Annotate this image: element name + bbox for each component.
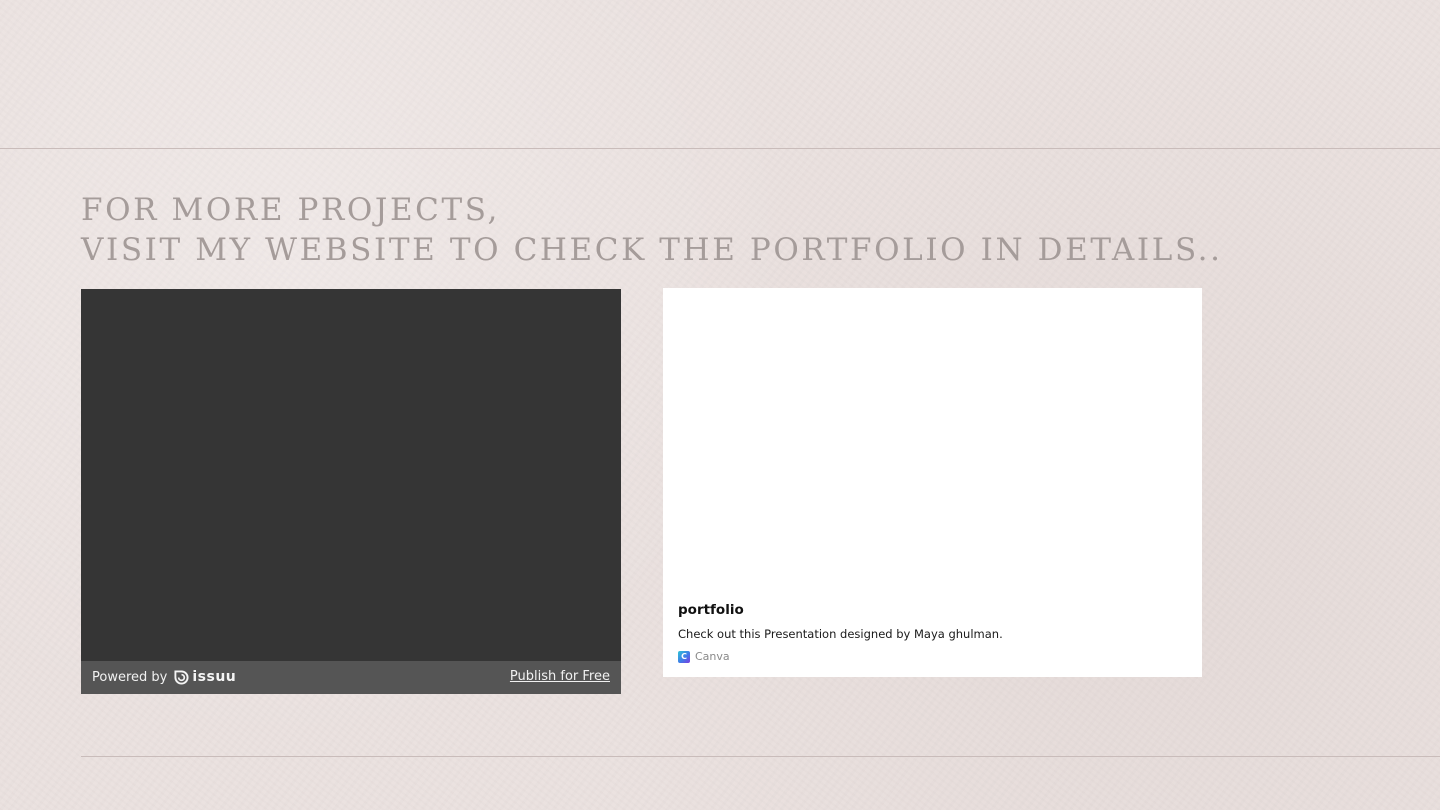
canva-preview-area[interactable] <box>663 288 1202 588</box>
powered-by-label: Powered by <box>92 669 168 685</box>
issuu-logo-icon <box>174 669 189 685</box>
canva-source-label: Canva <box>695 650 730 663</box>
issuu-document-viewer[interactable] <box>81 289 621 661</box>
powered-by-issuu[interactable]: Powered by issuu <box>92 669 236 685</box>
section-heading: For more projects, visit my website to c… <box>81 190 1223 270</box>
heading-line-1: For more projects, <box>81 192 500 228</box>
canva-logo-icon: C <box>678 650 690 663</box>
issuu-logo[interactable]: issuu <box>174 669 236 685</box>
heading-line-2: visit my website to check the portfolio … <box>81 232 1223 268</box>
canva-source-link[interactable]: C Canva <box>678 650 730 663</box>
publish-for-free-link[interactable]: Publish for Free <box>510 669 610 684</box>
bottom-divider <box>81 756 1440 757</box>
top-divider <box>0 148 1440 149</box>
canva-embed-card[interactable]: portfolio Check out this Presentation de… <box>663 288 1202 677</box>
issuu-wordmark: issuu <box>192 669 237 685</box>
canva-card-description: Check out this Presentation designed by … <box>678 627 1003 641</box>
issuu-footer-bar: Powered by issuu Publish for Free <box>81 661 621 694</box>
canva-card-title[interactable]: portfolio <box>678 602 744 618</box>
issuu-embed[interactable]: Powered by issuu Publish for Free <box>81 289 621 694</box>
